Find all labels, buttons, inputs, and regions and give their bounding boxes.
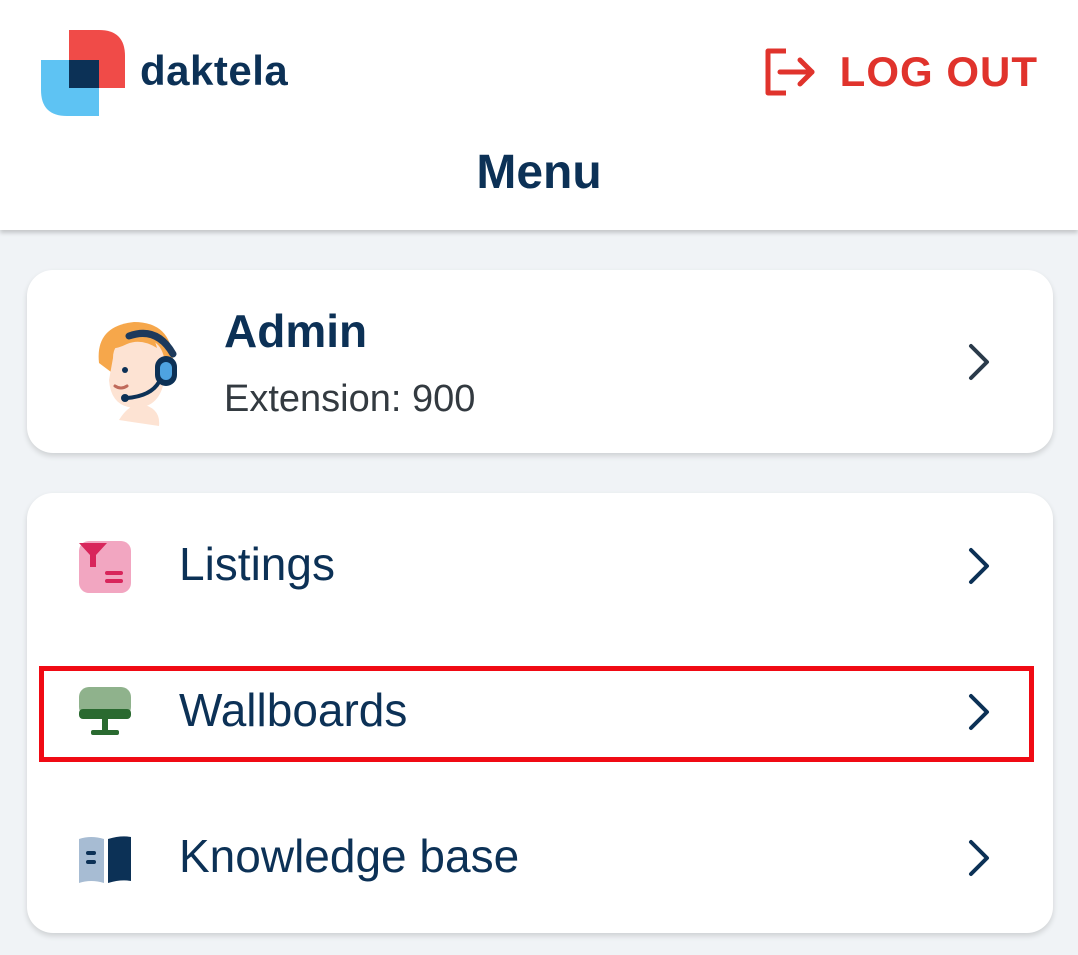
chevron-right-icon <box>969 840 989 876</box>
agent-avatar-icon <box>98 322 177 426</box>
monitor-icon <box>79 687 131 735</box>
page-title: Menu <box>476 146 602 199</box>
menu-item-label: Knowledge base <box>179 830 520 882</box>
menu-item-listings[interactable]: Listings <box>27 493 1053 639</box>
book-icon <box>79 836 131 883</box>
listings-icon <box>79 541 131 593</box>
menu-item-label: Listings <box>179 538 335 590</box>
logo-text: daktela <box>140 47 289 94</box>
profile-card[interactable] <box>27 270 1053 453</box>
logout-label: LOG OUT <box>839 48 1038 95</box>
menu-item-knowledge-base[interactable]: Knowledge base <box>27 785 1053 931</box>
menu-item-wallboards[interactable]: Wallboards <box>27 639 1053 785</box>
chevron-right-icon <box>969 548 989 584</box>
menu-list: Listings Wallboards Knowledge base <box>27 493 1053 933</box>
profile-extension: Extension: 900 <box>224 378 476 420</box>
logout-icon <box>765 48 815 96</box>
chevron-right-icon <box>969 344 989 380</box>
app-header: daktela LOG OUT Menu <box>0 0 1078 230</box>
logout-button[interactable]: LOG OUT <box>762 44 1038 100</box>
chevron-right-icon <box>969 694 989 730</box>
menu-item-label: Wallboards <box>179 684 408 736</box>
daktela-logo <box>41 30 125 116</box>
profile-name: Admin <box>224 305 368 357</box>
